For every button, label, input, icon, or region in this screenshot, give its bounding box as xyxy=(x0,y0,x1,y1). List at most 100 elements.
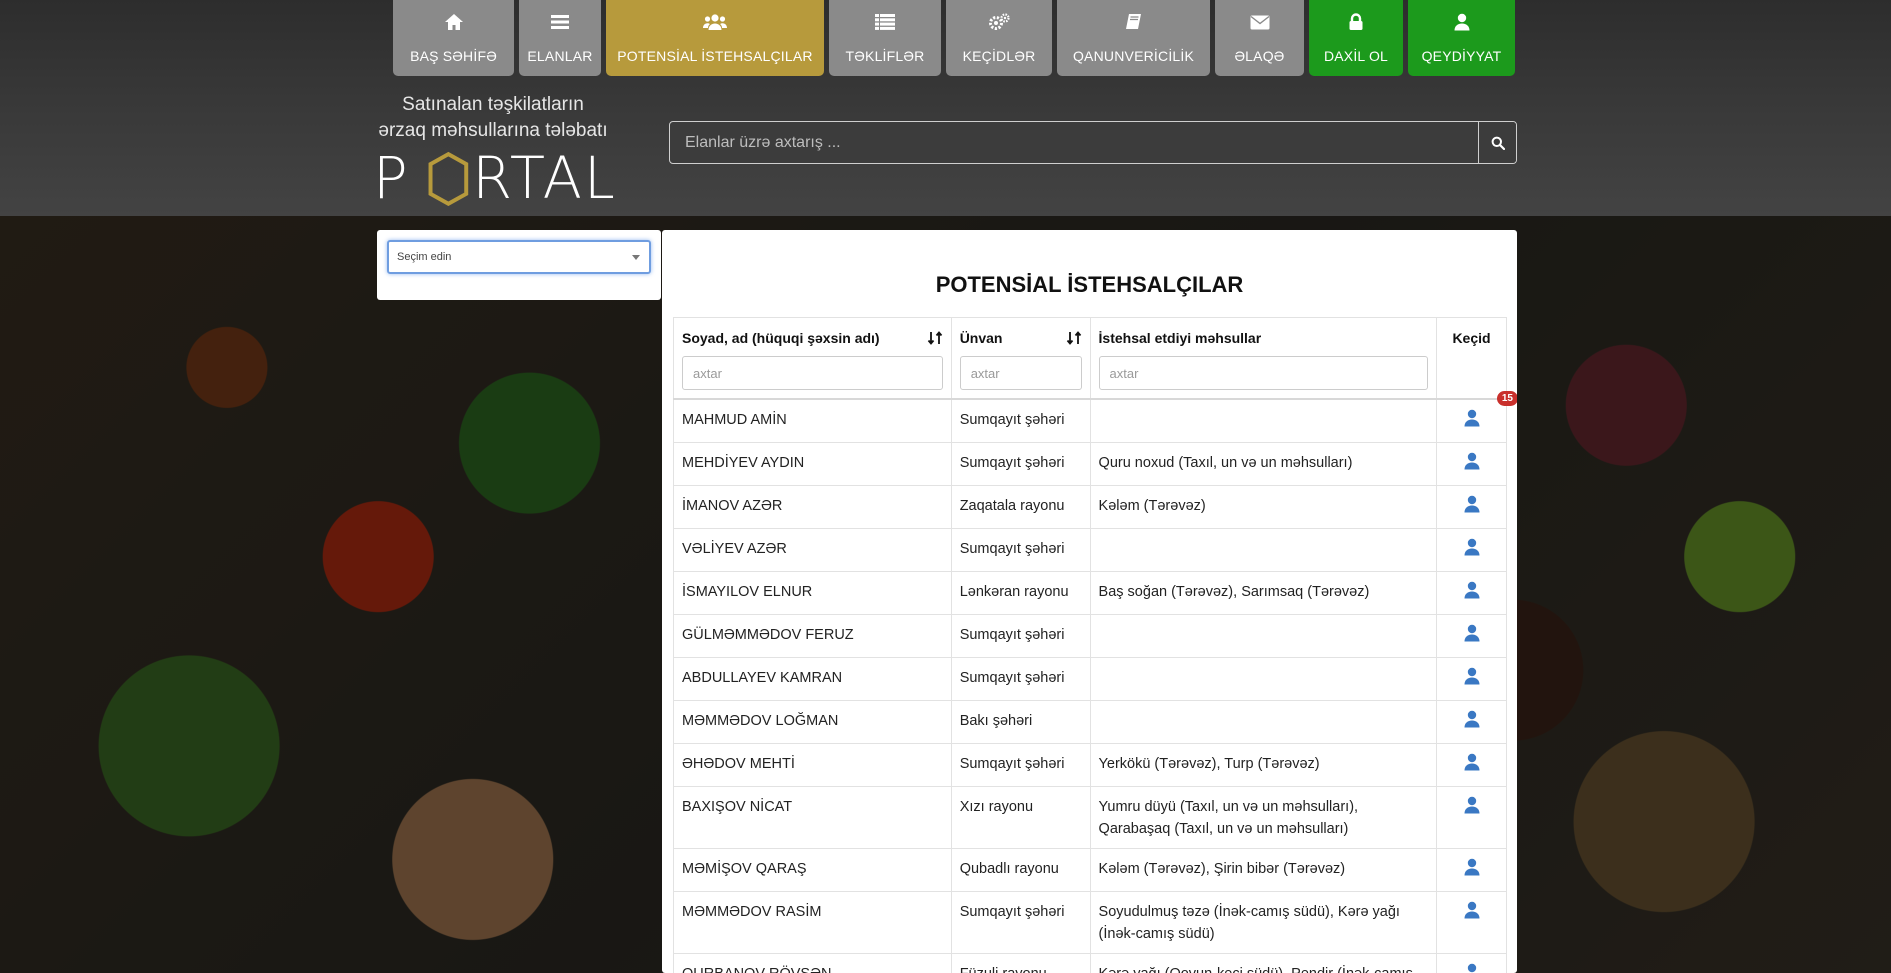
cell-link xyxy=(1436,891,1507,954)
cell-address: Xızı rayonu xyxy=(950,786,1091,849)
logo-tagline-2: ərzaq məhsullarına tələbatı xyxy=(378,120,608,141)
cell-name: GÜLMƏMMƏDOV FERUZ xyxy=(673,614,952,658)
cell-products: Baş soğan (Tərəvəz), Sarımsaq (Tərəvəz) xyxy=(1089,571,1438,615)
cell-link: 15 xyxy=(1436,391,1517,443)
name-filter-input[interactable] xyxy=(682,356,943,390)
cell-name: İSMAYILOV ELNUR xyxy=(673,571,952,615)
sort-icon[interactable] xyxy=(1066,330,1082,346)
nav-item-label: POTENSİAL İSTEHSALÇILAR xyxy=(617,48,813,64)
nav-item-label: KEÇİDLƏR xyxy=(962,48,1036,64)
category-select[interactable]: Seçim edin xyxy=(387,240,651,274)
profile-link-icon[interactable] xyxy=(1464,858,1480,883)
table-row: MEHDİYEV AYDIN Sumqayıt şəhəri Quru noxud … xyxy=(673,442,1507,486)
envelope-icon xyxy=(1250,8,1270,36)
column-header-address: Ünvan xyxy=(950,317,1091,400)
profile-link-icon[interactable] xyxy=(1464,901,1480,926)
sort-icon[interactable] xyxy=(927,330,943,346)
cell-address: Sumqayıt şəhəri xyxy=(950,442,1091,486)
svg-text:P: P xyxy=(373,146,410,206)
search-input[interactable] xyxy=(670,122,1478,163)
table-row: ƏHƏDOV MEHTİ Sumqayıt şəhəri Yerkökü (Tərə… xyxy=(673,743,1507,787)
category-select-value: Seçim edin xyxy=(397,251,452,263)
table-row: QURBANOV RÖVŞƏNFüzuli rayonuKərə yağı (Q… xyxy=(673,953,1507,973)
table-row: İMANOV AZƏR Zaqatala rayonu Kələm (Tərəvəz… xyxy=(673,485,1507,529)
nav-item-potensi-al-i-stehsal-ilar[interactable]: POTENSİAL İSTEHSALÇILAR xyxy=(606,0,824,76)
nav-item-qeydi-yyat[interactable]: QEYDİYYAT xyxy=(1408,0,1515,76)
profile-link-icon[interactable] xyxy=(1464,624,1480,649)
cell-products: Soyudulmuş təzə (İnək-camış südü), Kərə … xyxy=(1089,891,1438,954)
table-row: VƏLİYEV AZƏR Sumqayıt şəhəri xyxy=(673,528,1507,572)
table-row: MAHMUD AMİN Sumqayıt şəhəri 15 xyxy=(673,391,1517,443)
column-header-name: Soyad, ad (hüquqi şəxsin adı) xyxy=(673,317,952,400)
profile-link-icon[interactable] xyxy=(1464,710,1480,735)
user-icon xyxy=(1454,8,1470,36)
profile-link-icon[interactable] xyxy=(1464,581,1480,606)
producers-panel: POTENSİAL İSTEHSALÇILAR Soyad, ad (hüquq… xyxy=(662,230,1517,973)
site-logo[interactable]: Satınalan təşkilatların ərzaq məhsulları… xyxy=(373,92,613,206)
profile-link-icon[interactable] xyxy=(1464,409,1480,434)
portali-logo-graphic: P RTALI xyxy=(373,146,613,206)
cell-address: Sumqayıt şəhəri xyxy=(950,657,1091,701)
cell-address: Sumqayıt şəhəri xyxy=(950,528,1091,572)
cell-products: Quru noxud (Taxıl, un və un məhsulları) xyxy=(1089,442,1438,486)
search-button[interactable] xyxy=(1478,122,1516,163)
column-link-label: Keçid xyxy=(1452,330,1491,346)
cell-link xyxy=(1436,614,1507,658)
cell-address: Sumqayıt şəhəri xyxy=(950,398,1091,443)
cell-address: Sumqayıt şəhəri xyxy=(950,614,1091,658)
cell-products xyxy=(1089,398,1438,443)
cell-name: MƏMMƏDOV LOĞMAN xyxy=(673,700,952,744)
profile-link-icon[interactable] xyxy=(1464,452,1480,477)
cell-link xyxy=(1436,786,1507,849)
table-list-icon xyxy=(875,8,895,36)
cell-products: Kələm (Tərəvəz), Şirin bibər (Tərəvəz) xyxy=(1089,848,1438,892)
table-row: MƏMMƏDOV LOĞMAN Bakı şəhəri xyxy=(673,700,1507,744)
table-row: MƏMMƏDOV RASİM Sumqayıt şəhəri Soyudulmuş … xyxy=(673,891,1507,954)
cell-address: Sumqayıt şəhəri xyxy=(950,743,1091,787)
cell-products xyxy=(1089,700,1438,744)
nav-item-label: ƏLAQƏ xyxy=(1234,48,1285,64)
cell-link xyxy=(1436,571,1507,615)
table-row: MƏMİŞOV QARAŞ Qubadlı rayonu Kələm (Tərəvə… xyxy=(673,848,1507,892)
nav-item-ke-i-dl-r[interactable]: KEÇİDLƏR xyxy=(946,0,1052,76)
cell-link xyxy=(1436,657,1507,701)
cell-products: Kələm (Tərəvəz) xyxy=(1089,485,1438,529)
table-body: MAHMUD AMİN Sumqayıt şəhəri 15 MEHDİYEV AYD… xyxy=(673,391,1517,973)
nav-item-elanlar[interactable]: ELANLAR xyxy=(519,0,601,76)
profile-link-icon[interactable] xyxy=(1464,538,1480,563)
cell-link xyxy=(1436,848,1507,892)
cell-link xyxy=(1436,953,1507,973)
cell-name: VƏLİYEV AZƏR xyxy=(673,528,952,572)
users-icon xyxy=(703,8,727,36)
logo-wordmark: P RTALI xyxy=(373,146,613,206)
profile-link-icon[interactable] xyxy=(1464,753,1480,778)
nav-item-laq[interactable]: ƏLAQƏ xyxy=(1215,0,1304,76)
book-icon xyxy=(1125,8,1143,36)
cell-address: Zaqatala rayonu xyxy=(950,485,1091,529)
table-row: ABDULLAYEV KAMRAN Sumqayıt şəhəri xyxy=(673,657,1507,701)
profile-link-icon[interactable] xyxy=(1464,796,1480,821)
address-filter-input[interactable] xyxy=(959,356,1082,390)
nav-item-label: BAŞ SƏHİFƏ xyxy=(410,48,497,64)
column-products-label: İstehsal etdiyi məhsullar xyxy=(1098,330,1262,346)
products-filter-input[interactable] xyxy=(1098,356,1428,390)
nav-item-ba-s-hi-f[interactable]: BAŞ SƏHİFƏ xyxy=(393,0,514,76)
nav-item-qanunveri-ci-li-k[interactable]: QANUNVERİCİLİK xyxy=(1057,0,1210,76)
cell-link xyxy=(1436,485,1507,529)
table-row: İSMAYILOV ELNUR Lənkəran rayonu Baş soğan … xyxy=(673,571,1507,615)
nav-item-t-kli-fl-r[interactable]: TƏKLİFLƏR xyxy=(829,0,941,76)
cell-name: ABDULLAYEV KAMRAN xyxy=(673,657,952,701)
profile-link-icon[interactable] xyxy=(1464,495,1480,520)
table-row: BAXIŞOV NİCAT Xızı rayonu Yumru düyü (Taxı… xyxy=(673,786,1507,849)
profile-link-icon[interactable] xyxy=(1464,963,1480,973)
cell-name: MƏMİŞOV QARAŞ xyxy=(673,848,952,892)
nav-item-daxi-l-ol[interactable]: DAXİL OL xyxy=(1309,0,1403,76)
nav-item-label: QEYDİYYAT xyxy=(1421,48,1502,64)
cell-link xyxy=(1436,442,1507,486)
profile-link-icon[interactable] xyxy=(1464,667,1480,692)
cell-name: MAHMUD AMİN xyxy=(673,398,952,443)
filter-panel: Seçim edin xyxy=(377,230,661,300)
cell-address: Qubadlı rayonu xyxy=(950,848,1091,892)
gears-icon xyxy=(988,8,1010,36)
count-badge: 15 xyxy=(1496,391,1517,406)
